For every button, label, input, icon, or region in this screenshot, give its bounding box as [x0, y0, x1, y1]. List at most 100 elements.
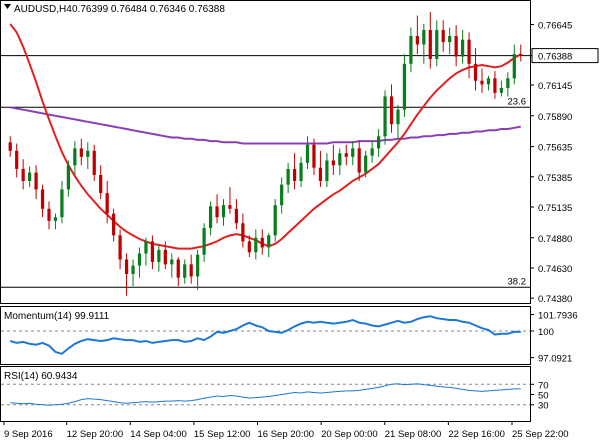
rsi-tick-label: 30: [538, 401, 549, 412]
candle-body: [189, 264, 193, 277]
candle-body: [519, 54, 523, 56]
momentum-title: Momentum(14) 99.9111: [4, 311, 110, 322]
candle-body: [493, 78, 497, 93]
candle-body: [428, 29, 432, 59]
candle-body: [499, 87, 503, 93]
candle-body: [286, 168, 290, 185]
candle-body: [40, 189, 45, 209]
candle-body: [389, 96, 394, 125]
candle-body: [163, 249, 167, 265]
candle-body: [15, 150, 19, 169]
price-tick-label: 0.74630: [538, 264, 572, 275]
time-tick-label: 20 Sep 00:00: [321, 429, 378, 440]
candle-body: [150, 241, 155, 262]
candle-body: [234, 208, 239, 224]
candle-body: [79, 148, 83, 157]
candle-body: [99, 174, 103, 194]
candle-body: [512, 54, 516, 79]
candle-body: [506, 78, 510, 88]
candle-body: [312, 144, 316, 168]
candle-body: [202, 228, 206, 255]
candle-body: [299, 162, 303, 181]
price-tick-label: 0.75890: [538, 112, 572, 123]
candle-body: [157, 249, 161, 262]
candle-body: [241, 223, 245, 242]
candle-body: [221, 205, 226, 218]
candle-body: [47, 208, 51, 221]
candle-body: [112, 213, 116, 236]
current-price-label: 0.76388: [538, 52, 572, 63]
candle-body: [21, 168, 25, 181]
candle-body: [260, 237, 264, 248]
price-tick-label: 0.75385: [538, 173, 572, 184]
candle-body: [86, 150, 90, 157]
candle-body: [53, 217, 58, 221]
candle-body: [325, 160, 329, 181]
candle-body: [331, 160, 335, 166]
time-tick-label: 15 Sep 12:00: [194, 429, 251, 440]
candle-body: [454, 36, 458, 57]
candle-body: [435, 29, 439, 59]
candle-body: [92, 150, 96, 175]
fib-level-label: 23.6: [508, 96, 527, 107]
candle-body: [376, 136, 381, 149]
momentum-tick-label: 97.0921: [538, 354, 572, 365]
candle-body: [170, 259, 174, 265]
candle-body: [124, 259, 129, 275]
time-tick-label: 22 Sep 16:00: [448, 429, 505, 440]
candle: [273, 199, 277, 242]
candle-body: [247, 241, 251, 253]
time-tick-label: 12 Sep 20:00: [67, 429, 124, 440]
candle-body: [118, 235, 122, 260]
candle-body: [73, 148, 77, 166]
time-tick-label: 21 Sep 08:00: [385, 429, 442, 440]
candle-body: [131, 265, 135, 275]
time-tick-label: 9 Sep 2016: [4, 429, 53, 440]
candle-body: [183, 264, 187, 278]
symbol-label: AUDUSD,H4: [14, 4, 72, 15]
fib-level-label: 38.2: [508, 276, 527, 287]
price-tick-label: 0.74880: [538, 234, 572, 245]
candle-body: [208, 206, 213, 229]
candle-body: [215, 206, 219, 218]
candle-body: [473, 63, 478, 81]
candle-body: [273, 205, 277, 236]
candle-body: [254, 237, 258, 253]
candle-body: [344, 153, 348, 157]
candle-body: [305, 144, 310, 163]
candle-body: [415, 36, 419, 45]
ohlc-values: 0.76399 0.76484 0.76346 0.76388: [72, 4, 225, 15]
candle-body: [318, 167, 323, 181]
candle-body: [467, 39, 471, 64]
candle-body: [228, 205, 232, 209]
candle-body: [267, 235, 271, 248]
chart: 23.6 38.2 0.76645 0.76388 0.76145 0.75890 0.7…: [0, 0, 599, 440]
time-tick-label: 16 Sep 20:00: [258, 429, 315, 440]
candle-body: [8, 142, 12, 151]
candle-body: [292, 168, 297, 181]
price-tick-label: 0.76645: [538, 21, 572, 32]
time-tick-label: 14 Sep 04:00: [130, 429, 187, 440]
candle-body: [383, 96, 387, 137]
price-tick-label: 0.74380: [538, 294, 572, 305]
candle-body: [137, 253, 142, 266]
candle-body: [60, 189, 64, 218]
price-tick-label: 0.75635: [538, 143, 572, 154]
candle-body: [480, 80, 484, 85]
candle-body: [370, 148, 374, 156]
candle-body: [402, 63, 407, 110]
rsi-title: RSI(14) 60.9434: [4, 371, 78, 382]
candle-body: [396, 109, 400, 125]
candle-body: [448, 36, 452, 43]
momentum-tick-label: 100: [538, 327, 554, 338]
price-tick-label: 0.76145: [538, 81, 572, 92]
time-tick-label: 25 Sep 22:00: [512, 429, 569, 440]
candle-body: [409, 36, 413, 64]
candle-body: [422, 29, 426, 45]
candle-body: [351, 148, 355, 157]
candle-body: [460, 39, 465, 57]
candle-body: [105, 193, 109, 214]
rsi-pane: [0, 366, 531, 422]
candle-body: [34, 172, 38, 190]
candle-body: [66, 165, 71, 190]
